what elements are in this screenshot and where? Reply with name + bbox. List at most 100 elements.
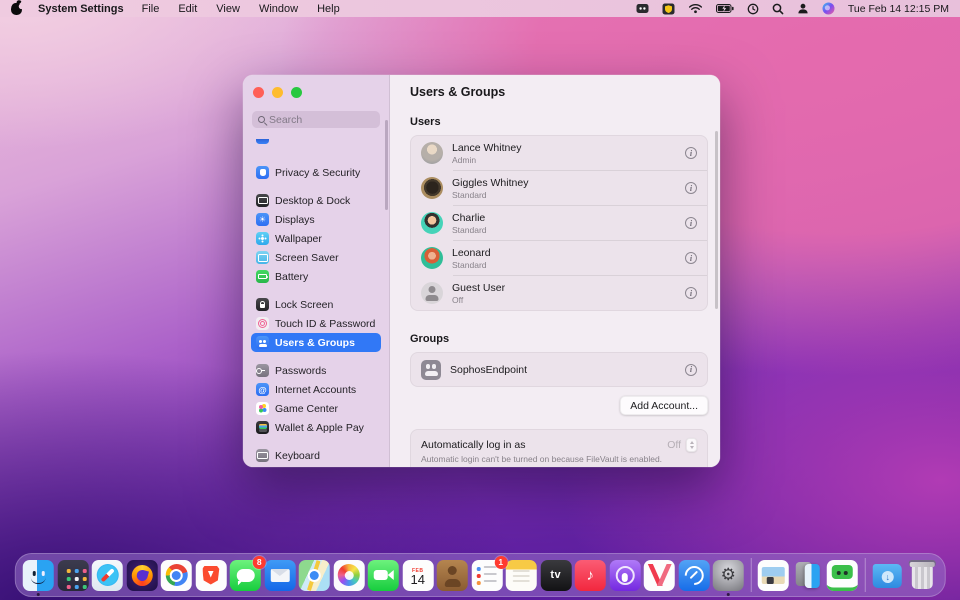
podcasts-icon <box>609 560 640 591</box>
groups-card: SophosEndpointi <box>410 352 708 387</box>
dock-item-settings[interactable] <box>713 560 744 591</box>
dock-item-finder[interactable] <box>23 560 54 591</box>
sidebar-item-desktop-dock[interactable]: Desktop & Dock <box>251 191 381 210</box>
sidebar-item-keyboard[interactable]: Keyboard <box>251 446 381 465</box>
sidebar-item-internet-accounts[interactable]: Internet Accounts <box>251 380 381 399</box>
user-row-giggles-whitney[interactable]: Giggles WhitneyStandardi <box>411 171 707 205</box>
menu-window[interactable]: Window <box>259 3 298 15</box>
menu-help[interactable]: Help <box>317 3 340 15</box>
migration-icon <box>792 560 823 591</box>
siri-icon[interactable] <box>822 2 835 15</box>
dock-separator <box>864 558 865 592</box>
time-machine-icon[interactable] <box>747 3 759 15</box>
info-icon[interactable]: i <box>685 182 697 194</box>
roboform-menu-icon[interactable] <box>636 3 649 14</box>
dock-item-reminders[interactable]: 1 <box>471 560 502 591</box>
dock-item-roboform[interactable] <box>827 560 858 591</box>
dock-item-appletv[interactable]: tv <box>540 560 571 591</box>
user-name: Guest User <box>452 282 505 294</box>
menu-edit[interactable]: Edit <box>178 3 197 15</box>
dock-item-facetime[interactable] <box>368 560 399 591</box>
user-name: Charlie <box>452 212 487 224</box>
sidebar-item-wallpaper[interactable]: Wallpaper <box>251 229 381 248</box>
dock-item-mail[interactable] <box>264 560 295 591</box>
dock-item-preview[interactable] <box>758 560 789 591</box>
info-icon[interactable]: i <box>685 217 697 229</box>
login-options-card: Automatically log in as Off Automatic lo… <box>410 429 708 467</box>
minimize-button[interactable] <box>272 87 283 98</box>
sidebar-item-wallet-apple-pay[interactable]: Wallet & Apple Pay <box>251 418 381 437</box>
sidebar-item-lock-screen[interactable]: Lock Screen <box>251 295 381 314</box>
menubar-clock[interactable]: Tue Feb 14 12:15 PM <box>848 3 949 15</box>
sidebar-item-battery[interactable]: Battery <box>251 267 381 286</box>
sophos-menu-icon[interactable] <box>662 3 675 15</box>
appstore-icon <box>678 560 709 591</box>
dock-item-maps[interactable] <box>299 560 330 591</box>
mail-icon <box>264 560 295 591</box>
dock-item-notes[interactable] <box>506 560 537 591</box>
search-input[interactable]: Search <box>252 111 380 128</box>
dock-separator <box>750 558 751 592</box>
sidebar-item-privacy-security[interactable]: Privacy & Security <box>251 163 381 182</box>
running-indicator <box>37 593 40 596</box>
users-section-header: Users <box>410 116 708 128</box>
group-row-sophosendpoint[interactable]: SophosEndpointi <box>411 353 707 386</box>
spotlight-icon[interactable] <box>772 3 784 15</box>
dock-item-music[interactable] <box>575 560 606 591</box>
dock-item-downloads[interactable] <box>872 560 903 591</box>
user-row-leonard[interactable]: LeonardStandardi <box>411 241 707 275</box>
user-row-lance-whitney[interactable]: Lance WhitneyAdmini <box>411 136 707 170</box>
dock-item-trash[interactable] <box>906 560 937 591</box>
desktop-icon <box>256 194 269 207</box>
dock-item-safari[interactable] <box>92 560 123 591</box>
close-button[interactable] <box>253 87 264 98</box>
sidebar-item-trackpad[interactable]: Trackpad <box>251 465 381 467</box>
sidebar-item-users-groups[interactable]: Users & Groups <box>251 333 381 352</box>
user-row-charlie[interactable]: CharlieStandardi <box>411 206 707 240</box>
info-icon[interactable]: i <box>685 364 697 376</box>
dock-item-brave[interactable] <box>195 560 226 591</box>
dock-item-contacts[interactable] <box>437 560 468 591</box>
dock-item-photos[interactable] <box>333 560 364 591</box>
music-icon <box>575 560 606 591</box>
system-settings-window: Search Privacy & Security Desktop & DockD… <box>243 75 720 467</box>
dock-item-news[interactable] <box>644 560 675 591</box>
sidebar-item-label: Privacy & Security <box>275 167 360 179</box>
wifi-icon[interactable] <box>688 3 703 14</box>
dock-item-firefox[interactable] <box>126 560 157 591</box>
dock-item-appstore[interactable] <box>678 560 709 591</box>
dock-item-podcasts[interactable] <box>609 560 640 591</box>
finder-icon <box>23 560 54 591</box>
sidebar-item-partial[interactable] <box>251 135 381 154</box>
sidebar-item-screen-saver[interactable]: Screen Saver <box>251 248 381 267</box>
safari-icon <box>92 560 123 591</box>
sidebar-item-game-center[interactable]: Game Center <box>251 399 381 418</box>
sidebar-item-touch-id-password[interactable]: Touch ID & Password <box>251 314 381 333</box>
menu-file[interactable]: File <box>142 3 160 15</box>
sidebar-item-passwords[interactable]: Passwords <box>251 361 381 380</box>
content-scrollbar[interactable] <box>715 131 718 309</box>
sidebar-item-label: Battery <box>275 271 308 283</box>
battery-icon[interactable] <box>716 4 734 13</box>
apple-menu-icon[interactable] <box>11 3 22 15</box>
sidebar-item-displays[interactable]: Displays <box>251 210 381 229</box>
dock-item-migration[interactable] <box>792 560 823 591</box>
info-icon[interactable]: i <box>685 147 697 159</box>
active-app-name[interactable]: System Settings <box>38 3 124 15</box>
info-icon[interactable]: i <box>685 287 697 299</box>
dock-item-launchpad[interactable] <box>57 560 88 591</box>
user-role: Off <box>452 295 505 305</box>
menu-view[interactable]: View <box>216 3 240 15</box>
dock-item-messages[interactable]: 8 <box>230 560 261 591</box>
settings-sidebar: Search Privacy & Security Desktop & DockD… <box>243 75 390 467</box>
add-account-button[interactable]: Add Account... <box>620 396 708 415</box>
auto-login-stepper[interactable]: Off <box>667 438 697 452</box>
running-indicator <box>727 593 730 596</box>
dock-item-chrome[interactable] <box>161 560 192 591</box>
user-switch-icon[interactable] <box>797 3 809 14</box>
sidebar-scrollbar[interactable] <box>385 120 388 210</box>
info-icon[interactable]: i <box>685 252 697 264</box>
dock-item-calendar[interactable]: FEB14 <box>402 560 433 591</box>
user-row-guest-user[interactable]: Guest UserOff i <box>411 276 707 310</box>
zoom-button[interactable] <box>291 87 302 98</box>
